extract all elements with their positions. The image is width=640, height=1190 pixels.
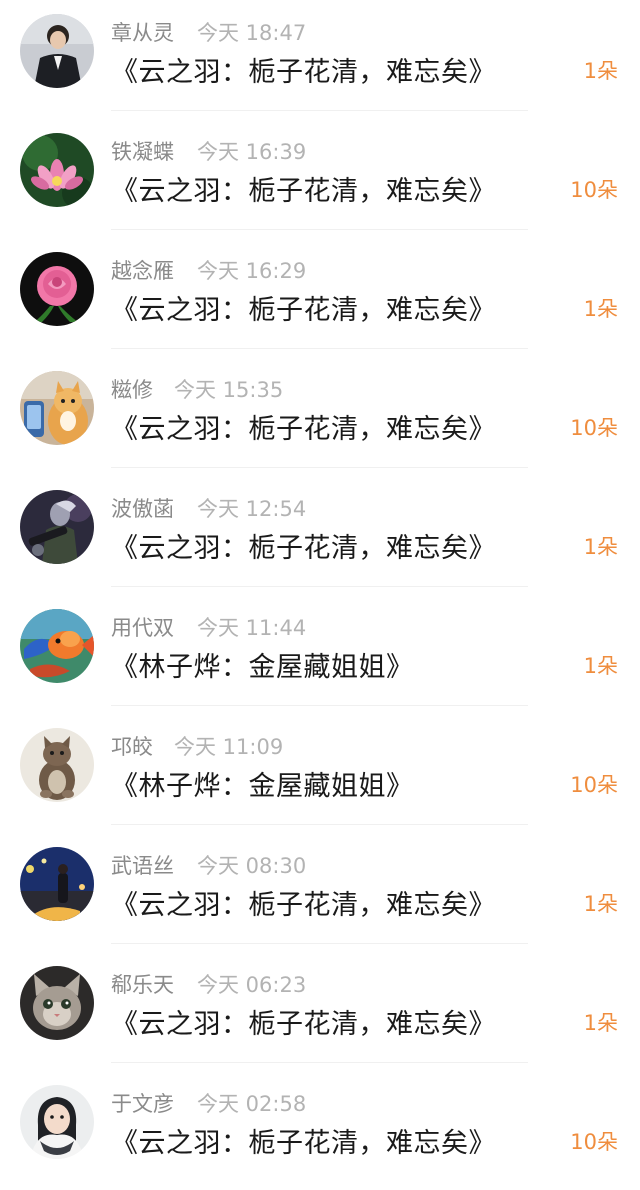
flower-count: 1朵 [583,297,618,321]
user-name[interactable]: 波傲菡 [111,493,174,523]
man-in-suit-avatar[interactable] [20,14,94,88]
list-item[interactable]: 糍修 今天 15:35 《云之羽：栀子花清，难忘矣》 10朵 [0,357,640,476]
game-character-avatar[interactable] [20,490,94,564]
timestamp: 今天 18:47 [197,21,307,45]
gift-title: 《云之羽：栀子花清，难忘矣》 [111,1128,496,1159]
list-item[interactable]: 用代双 今天 11:44 《林子烨：金屋藏姐姐》 1朵 [0,595,640,714]
list-item[interactable]: 郗乐天 今天 06:23 《云之羽：栀子花清，难忘矣》 1朵 [0,952,640,1071]
flower-count: 1朵 [583,535,618,559]
divider [111,586,528,587]
list-item[interactable]: 波傲菡 今天 12:54 《云之羽：栀子花清，难忘矣》 1朵 [0,476,640,595]
list-item[interactable]: 铁凝蝶 今天 16:39 《云之羽：栀子花清，难忘矣》 10朵 [0,119,640,238]
divider [111,1062,528,1063]
user-name[interactable]: 武语丝 [111,850,174,880]
list-item[interactable]: 邛皎 今天 11:09 《林子烨：金屋藏姐姐》 10朵 [0,714,640,833]
list-item[interactable]: 武语丝 今天 08:30 《云之羽：栀子花清，难忘矣》 1朵 [0,833,640,952]
timestamp: 今天 08:30 [197,854,307,878]
divider [111,824,528,825]
divider [111,229,528,230]
gift-record-list: 章从灵 今天 18:47 《云之羽：栀子花清，难忘矣》 1朵 铁凝蝶 今天 16… [0,0,640,1181]
list-item[interactable]: 越念雁 今天 16:29 《云之羽：栀子花清，难忘矣》 1朵 [0,238,640,357]
timestamp: 今天 16:39 [197,140,307,164]
pink-rose-avatar[interactable] [20,252,94,326]
sitting-cat-avatar[interactable] [20,728,94,802]
gift-title: 《云之羽：栀子花清，难忘矣》 [111,176,496,207]
flower-count: 10朵 [570,178,618,202]
divider [111,467,528,468]
night-street-avatar[interactable] [20,847,94,921]
gift-title: 《云之羽：栀子花清，难忘矣》 [111,890,496,921]
user-name[interactable]: 铁凝蝶 [111,136,174,166]
flower-count: 10朵 [570,1130,618,1154]
user-name[interactable]: 越念雁 [111,255,174,285]
kitten-face-avatar[interactable] [20,966,94,1040]
user-name[interactable]: 章从灵 [111,17,174,47]
divider [111,348,528,349]
timestamp: 今天 11:09 [174,735,284,759]
flower-count: 1朵 [583,654,618,678]
divider [111,705,528,706]
goldfish-avatar[interactable] [20,609,94,683]
woman-scarf-avatar[interactable] [20,1085,94,1159]
user-name[interactable]: 糍修 [111,374,153,404]
list-item[interactable]: 于文彦 今天 02:58 《云之羽：栀子花清，难忘矣》 10朵 [0,1071,640,1190]
user-name[interactable]: 邛皎 [111,731,153,761]
gift-title: 《云之羽：栀子花清，难忘矣》 [111,414,496,445]
flower-count: 1朵 [583,59,618,83]
user-name[interactable]: 郗乐天 [111,969,174,999]
flower-count: 10朵 [570,773,618,797]
lotus-flower-avatar[interactable] [20,133,94,207]
gift-title: 《林子烨：金屋藏姐姐》 [111,652,414,683]
timestamp: 今天 16:29 [197,259,307,283]
flower-count: 1朵 [583,1011,618,1035]
user-name[interactable]: 于文彦 [111,1088,174,1118]
gift-title: 《云之羽：栀子花清，难忘矣》 [111,295,496,326]
gift-title: 《林子烨：金屋藏姐姐》 [111,771,414,802]
gift-title: 《云之羽：栀子花清，难忘矣》 [111,57,496,88]
flower-count: 1朵 [583,892,618,916]
timestamp: 今天 12:54 [197,497,307,521]
divider [111,110,528,111]
timestamp: 今天 11:44 [197,616,307,640]
flower-count: 10朵 [570,416,618,440]
cat-with-phone-avatar[interactable] [20,371,94,445]
list-item[interactable]: 章从灵 今天 18:47 《云之羽：栀子花清，难忘矣》 1朵 [0,0,640,119]
divider [111,943,528,944]
gift-title: 《云之羽：栀子花清，难忘矣》 [111,533,496,564]
timestamp: 今天 15:35 [174,378,284,402]
timestamp: 今天 06:23 [197,973,307,997]
user-name[interactable]: 用代双 [111,612,174,642]
gift-title: 《云之羽：栀子花清，难忘矣》 [111,1009,496,1040]
timestamp: 今天 02:58 [197,1092,307,1116]
